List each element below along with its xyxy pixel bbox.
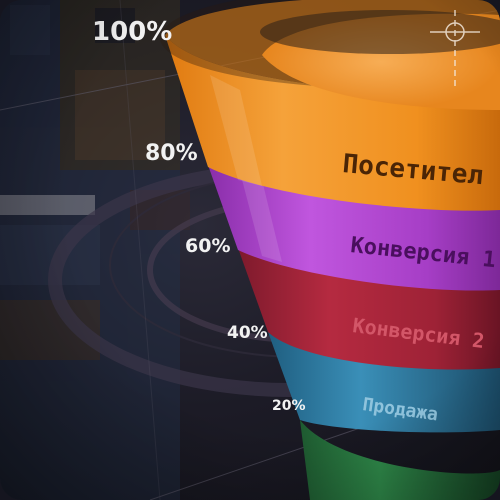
funnel-illustration: Продажа Конверсия 2 Конверсия 1 Посетите… — [0, 0, 500, 500]
percent-label-20: 20% — [272, 398, 306, 414]
percent-label-100: 100% — [92, 17, 172, 47]
percent-label-60: 60% — [185, 235, 230, 257]
background-input — [0, 195, 95, 215]
background-dashboard — [0, 0, 190, 500]
percent-label-40: 40% — [227, 323, 268, 343]
funnel-diagram: Продажа Конверсия 2 Конверсия 1 Посетите… — [0, 0, 500, 500]
percent-label-80: 80% — [145, 141, 198, 166]
funnel-stage-5 — [300, 420, 500, 500]
